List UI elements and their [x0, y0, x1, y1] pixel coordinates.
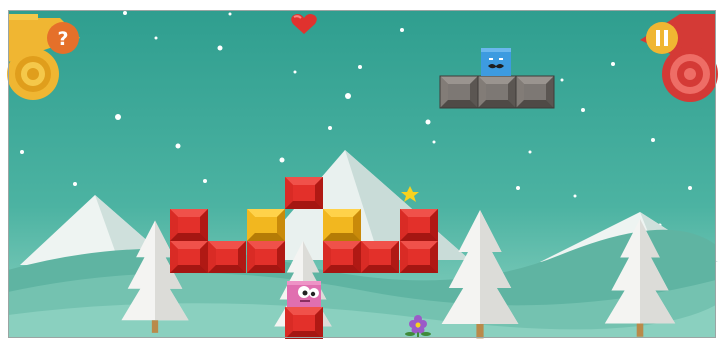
- pink-block-character[interactable]: [287, 281, 321, 307]
- game-stage[interactable]: ?: [0, 0, 718, 339]
- help-button-label[interactable]: ?: [57, 28, 68, 50]
- pause-icon[interactable]: [646, 22, 678, 54]
- blue-block-character[interactable]: [481, 48, 511, 76]
- gray-platform: [439, 75, 555, 109]
